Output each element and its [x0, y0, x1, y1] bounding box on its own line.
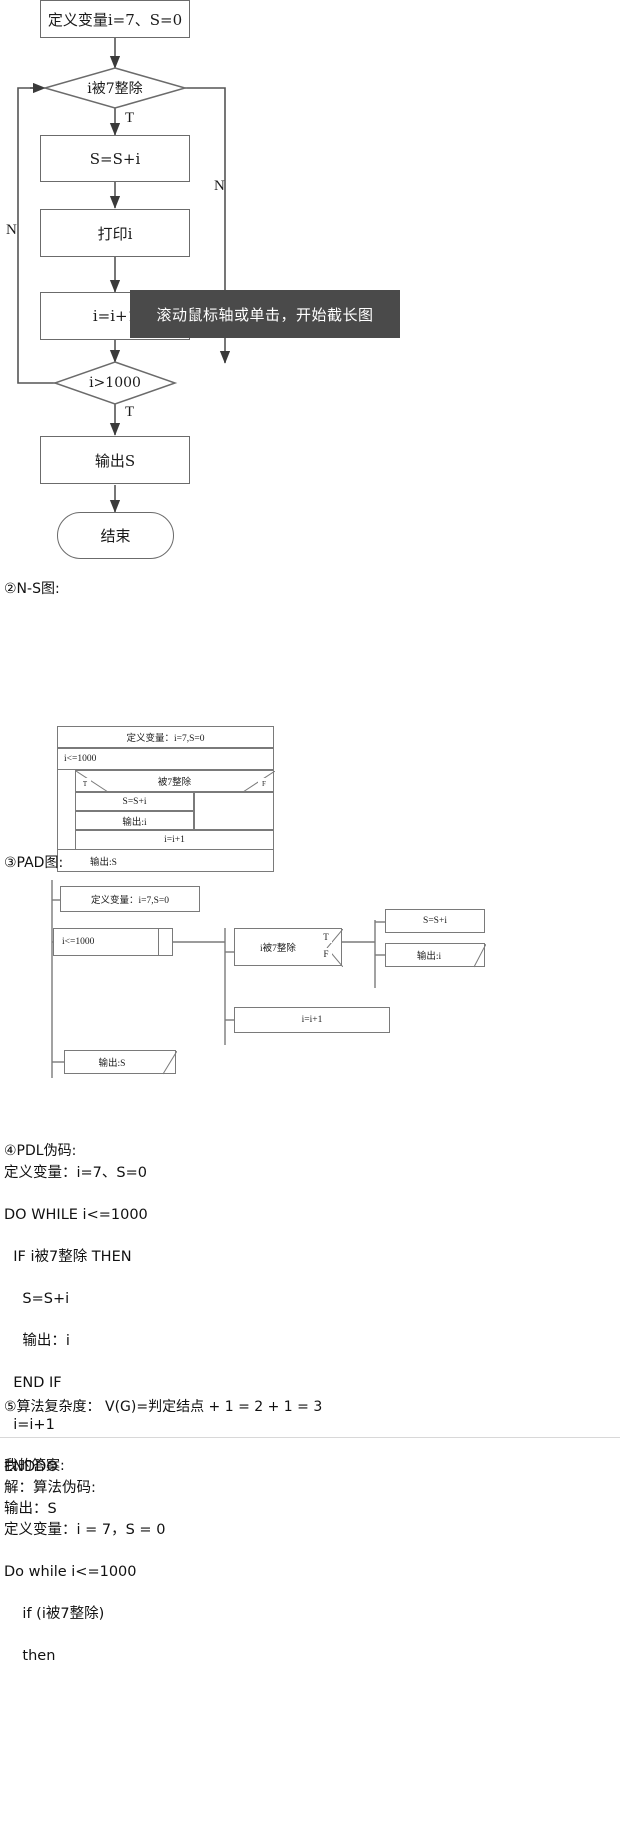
ns-cell-sum: S=S+i [75, 792, 194, 811]
answer-line-4: then [4, 1648, 56, 1664]
pad-condition-true-label: T [320, 931, 332, 943]
caption-pad-diagram: ③PAD图: [4, 855, 64, 871]
flow-label-t2: T [125, 404, 135, 420]
flow-node-cond-1000: i>1000 [55, 362, 175, 404]
ns-cell-condition: 被7整除 [75, 770, 275, 793]
answer-line-1: 定义变量：i = 7，S = 0 [4, 1522, 166, 1538]
pad-diagram: 定义变量：i=7,S=0 i<=1000 i被7整除 T F S=S+i 输出:… [20, 880, 500, 1095]
flowchart-diagram: 定义变量i=7、S=0 i被7整除 T N N T S=S+i 打印i i=i+… [0, 0, 620, 575]
pad-box-while-loopbar [158, 928, 173, 956]
caption-complexity: ⑤算法复杂度： V(G)=判定结点 + 1 = 2 + 1 = 3 [4, 1399, 323, 1415]
ns-while-spine [57, 770, 75, 850]
caption-pdl: ④PDL伪码: [4, 1143, 77, 1159]
ns-cell-output: 输出:S [57, 850, 274, 872]
ns-cell-define: 定义变量：i=7,S=0 [57, 726, 274, 748]
pad-box-define: 定义变量：i=7,S=0 [60, 886, 200, 912]
tooltip-text: 滚动鼠标轴或单击，开始截长图 [156, 305, 374, 324]
pad-condition-label: i被7整除 [260, 944, 296, 954]
pdl-line-2: IF i被7整除 THEN [4, 1249, 132, 1265]
ns-cell-output-label: 输出:S [90, 857, 117, 868]
pad-box-incr: i=i+1 [234, 1007, 390, 1033]
pad-print-label: 输出:i [416, 952, 442, 962]
pdl-line-0: 定义变量：i=7、S=0 [4, 1165, 147, 1181]
pdl-line-4: 输出：i [4, 1333, 70, 1349]
ns-condition-label: 被7整除 [157, 778, 192, 788]
caption-ns-diagram: ②N-S图: [4, 581, 60, 597]
flow-label-t1: T [125, 110, 135, 126]
ns-condition-false-label: F [258, 778, 270, 790]
ns-diagram: 定义变量：i=7,S=0 i<=1000 被7整除 T F S=S+i 输出:i… [57, 726, 275, 872]
flow-node-cond-div7: i被7整除 [45, 68, 185, 108]
pad-box-sum: S=S+i [385, 909, 485, 933]
pad-condition-false-label: F [320, 948, 332, 960]
ns-cell-print: 输出:i [75, 811, 194, 830]
flow-node-define: 定义变量i=7、S=0 [40, 0, 190, 38]
screenshot-scroll-tooltip[interactable]: 滚动鼠标轴或单击，开始截长图 [130, 290, 400, 338]
ns-cell-while: i<=1000 [57, 748, 274, 770]
flow-label-n-right: N [214, 178, 225, 194]
flow-node-end: 结束 [57, 512, 174, 559]
pad-box-output: 输出:S [64, 1050, 177, 1075]
pdl-block: 定义变量：i=7、S=0 DO WHILE i<=1000 IF i被7整除 T… [4, 1163, 148, 1517]
ns-cell-incr: i=i+1 [75, 830, 274, 850]
pdl-line-5: END IF [4, 1375, 62, 1391]
answer-line-0: 解：算法伪码: [4, 1480, 96, 1496]
pdl-line-6: i=i+1 [4, 1417, 55, 1433]
flow-node-cond-1000-label: i>1000 [89, 375, 141, 391]
section-divider [0, 1437, 620, 1438]
flow-node-output: 输出S [40, 436, 190, 484]
answer-line-2: Do while i<=1000 [4, 1564, 137, 1580]
pdl-line-3: S=S+i [4, 1291, 70, 1307]
ns-cell-false-empty [194, 792, 274, 830]
pad-output-label: 输出:S [98, 1059, 126, 1069]
flow-node-sum: S=S+i [40, 135, 190, 182]
answer-block: 解：算法伪码: 定义变量：i = 7，S = 0 Do while i<=100… [4, 1478, 166, 1664]
pad-box-print: 输出:i [385, 943, 486, 968]
answer-line-3: if (i被7整除) [4, 1606, 105, 1622]
pad-box-while: i<=1000 [53, 928, 173, 956]
flow-node-cond-div7-label: i被7整除 [87, 81, 143, 97]
flow-node-print: 打印i [40, 209, 190, 257]
ns-condition-true-label: T [79, 778, 91, 790]
answer-header: 我的答案: [4, 1458, 65, 1474]
pdl-line-1: DO WHILE i<=1000 [4, 1207, 148, 1223]
flow-label-n-left: N [6, 222, 17, 238]
